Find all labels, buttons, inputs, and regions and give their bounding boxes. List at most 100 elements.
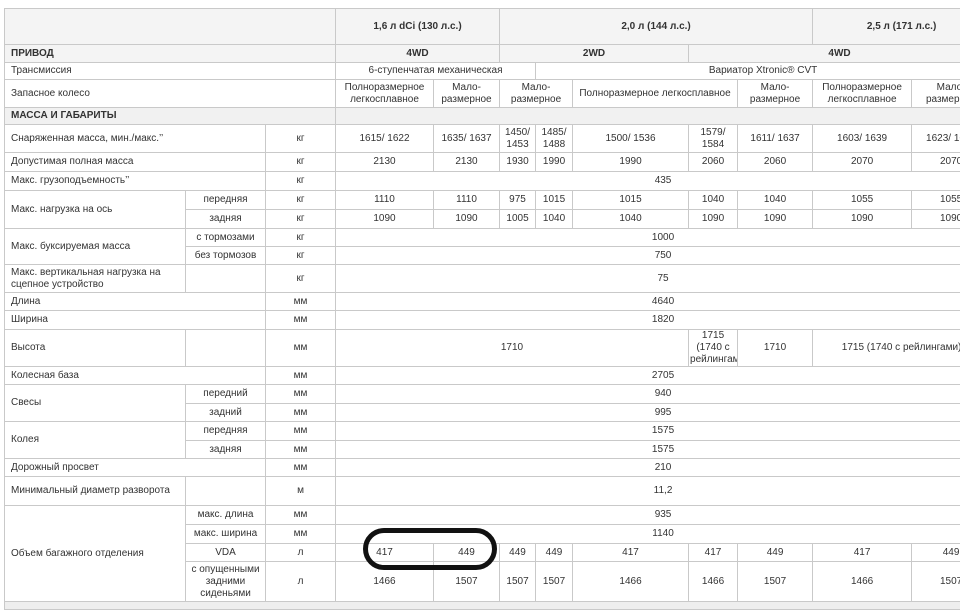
- section-row: МАССА И ГАБАРИТЫ: [5, 108, 960, 125]
- header-blank: [5, 9, 336, 45]
- value-cell: 1715 (1740 с рейлингами): [813, 330, 960, 367]
- transmission-cvt: Вариатор Xtronic® CVT: [536, 63, 960, 80]
- width-label: Ширина: [5, 311, 266, 330]
- gross-mass-row: Допустимая полная масса кг 2130 2130 193…: [5, 153, 960, 172]
- vertical-load-label: Макс. вертикальная нагрузка на сцепное у…: [5, 265, 186, 293]
- overhang-front-row: Свесы передний мм 940: [5, 385, 960, 404]
- value-cell: 2705: [336, 367, 960, 385]
- trunk-label: Объем багажного отделения: [5, 506, 186, 602]
- value-cell: 1090: [434, 210, 500, 229]
- empty-cell: [186, 265, 266, 293]
- value-cell: 2070: [813, 153, 912, 172]
- unit-cell: кг: [266, 125, 336, 153]
- wheelbase-row: Колесная база мм 2705: [5, 367, 960, 385]
- empty-cell: [186, 330, 266, 367]
- length-row: Длина мм 4640: [5, 293, 960, 311]
- value-cell: 11,2: [336, 477, 960, 506]
- unit-cell: кг: [266, 210, 336, 229]
- payload-row: Макс. грузоподъемность’’ кг 435: [5, 172, 960, 191]
- unit-cell: мм: [266, 385, 336, 404]
- value-cell: 417: [813, 544, 912, 562]
- payload-label: Макс. грузоподъемность’’: [5, 172, 266, 191]
- value-cell: 1603/ 1639: [813, 125, 912, 153]
- value-cell: 1450/ 1453: [500, 125, 536, 153]
- unit-cell: кг: [266, 153, 336, 172]
- axle-load-label: Макс. нагрузка на ось: [5, 191, 186, 229]
- spare-wheel-label: Запасное колесо: [5, 80, 336, 108]
- value-cell: 1055: [813, 191, 912, 210]
- clearance-label: Дорожный просвет: [5, 459, 266, 477]
- value-cell: 1579/ 1584: [689, 125, 738, 153]
- value-cell: 940: [336, 385, 960, 404]
- spare-wheel-cell: Полноразмерное легкосплавное: [573, 80, 738, 108]
- axle-rear-label: задняя: [186, 210, 266, 229]
- vertical-load-row: Макс. вертикальная нагрузка на сцепное у…: [5, 265, 960, 293]
- turning-label: Минимальный диаметр разворота: [5, 477, 186, 506]
- value-cell: 1485/ 1488: [536, 125, 573, 153]
- value-cell: 75: [336, 265, 960, 293]
- section-mass-title: МАССА И ГАБАРИТЫ: [5, 108, 336, 125]
- unit-cell: м: [266, 477, 336, 506]
- trunk-folded-label: с опущенными задними сиденьями: [186, 562, 266, 602]
- value-cell: 210: [336, 459, 960, 477]
- turning-row: Минимальный диаметр разворота м 11,2: [5, 477, 960, 506]
- unit-cell: мм: [266, 367, 336, 385]
- value-cell: 935: [336, 506, 960, 525]
- drive-row: ПРИВОД 4WD 2WD 4WD: [5, 45, 960, 63]
- clearance-row: Дорожный просвет мм 210: [5, 459, 960, 477]
- value-cell: 449: [912, 544, 960, 562]
- track-front-label: передняя: [186, 422, 266, 441]
- tow-braked-row: Макс. буксируемая масса с тормозами кг 1…: [5, 229, 960, 247]
- value-cell: 1820: [336, 311, 960, 330]
- value-cell: 449: [434, 544, 500, 562]
- unit-cell: кг: [266, 191, 336, 210]
- tow-braked-label: с тормозами: [186, 229, 266, 247]
- spare-wheel-row: Запасное колесо Полноразмерное легкоспла…: [5, 80, 960, 108]
- unit-cell: л: [266, 562, 336, 602]
- value-cell: 975: [500, 191, 536, 210]
- value-cell: 417: [336, 544, 434, 562]
- section-blank: [336, 108, 960, 125]
- axle-front-row: Макс. нагрузка на ось передняя кг 1110 1…: [5, 191, 960, 210]
- engine-16-header: 1,6 л dCi (130 л.с.): [336, 9, 500, 45]
- value-cell: 2060: [689, 153, 738, 172]
- drive-16: 4WD: [336, 45, 500, 63]
- unit-cell: кг: [266, 172, 336, 191]
- spare-wheel-cell: Мало-размерное: [500, 80, 573, 108]
- unit-cell: мм: [266, 311, 336, 330]
- spare-wheel-cell: Мало-размерное: [738, 80, 813, 108]
- value-cell: 2130: [336, 153, 434, 172]
- trunk-vda-label: VDA: [186, 544, 266, 562]
- cut-off-cell: [5, 602, 960, 610]
- engine-20-header: 2,0 л (144 л.с.): [500, 9, 813, 45]
- drive-20-2wd: 2WD: [500, 45, 689, 63]
- value-cell: 1140: [336, 525, 960, 544]
- value-cell: 1710: [738, 330, 813, 367]
- value-cell: 1090: [912, 210, 960, 229]
- empty-cell: [186, 477, 266, 506]
- drive-4wd: 4WD: [689, 45, 960, 63]
- spare-wheel-cell: Полноразмерное легкосплавное: [813, 80, 912, 108]
- length-label: Длина: [5, 293, 266, 311]
- tow-label: Макс. буксируемая масса: [5, 229, 186, 265]
- cut-off-row: [5, 602, 960, 610]
- value-cell: 1930: [500, 153, 536, 172]
- overhang-label: Свесы: [5, 385, 186, 422]
- value-cell: 1507: [536, 562, 573, 602]
- height-row: Высота мм 1710 1715 (1740 с рейлингами) …: [5, 330, 960, 367]
- unit-cell: мм: [266, 441, 336, 459]
- unit-cell: мм: [266, 330, 336, 367]
- drive-label: ПРИВОД: [5, 45, 336, 63]
- trunk-maxlen-row: Объем багажного отделения макс. длина мм…: [5, 506, 960, 525]
- unit-cell: кг: [266, 247, 336, 265]
- value-cell: 1055: [912, 191, 960, 210]
- overhang-front-label: передний: [186, 385, 266, 404]
- value-cell: 1623/ 1646: [912, 125, 960, 153]
- value-cell: 1575: [336, 422, 960, 441]
- value-cell: 2070: [912, 153, 960, 172]
- value-cell: 1990: [536, 153, 573, 172]
- value-cell: 417: [689, 544, 738, 562]
- value-cell: 1000: [336, 229, 960, 247]
- value-cell: 1040: [689, 191, 738, 210]
- value-cell: 1500/ 1536: [573, 125, 689, 153]
